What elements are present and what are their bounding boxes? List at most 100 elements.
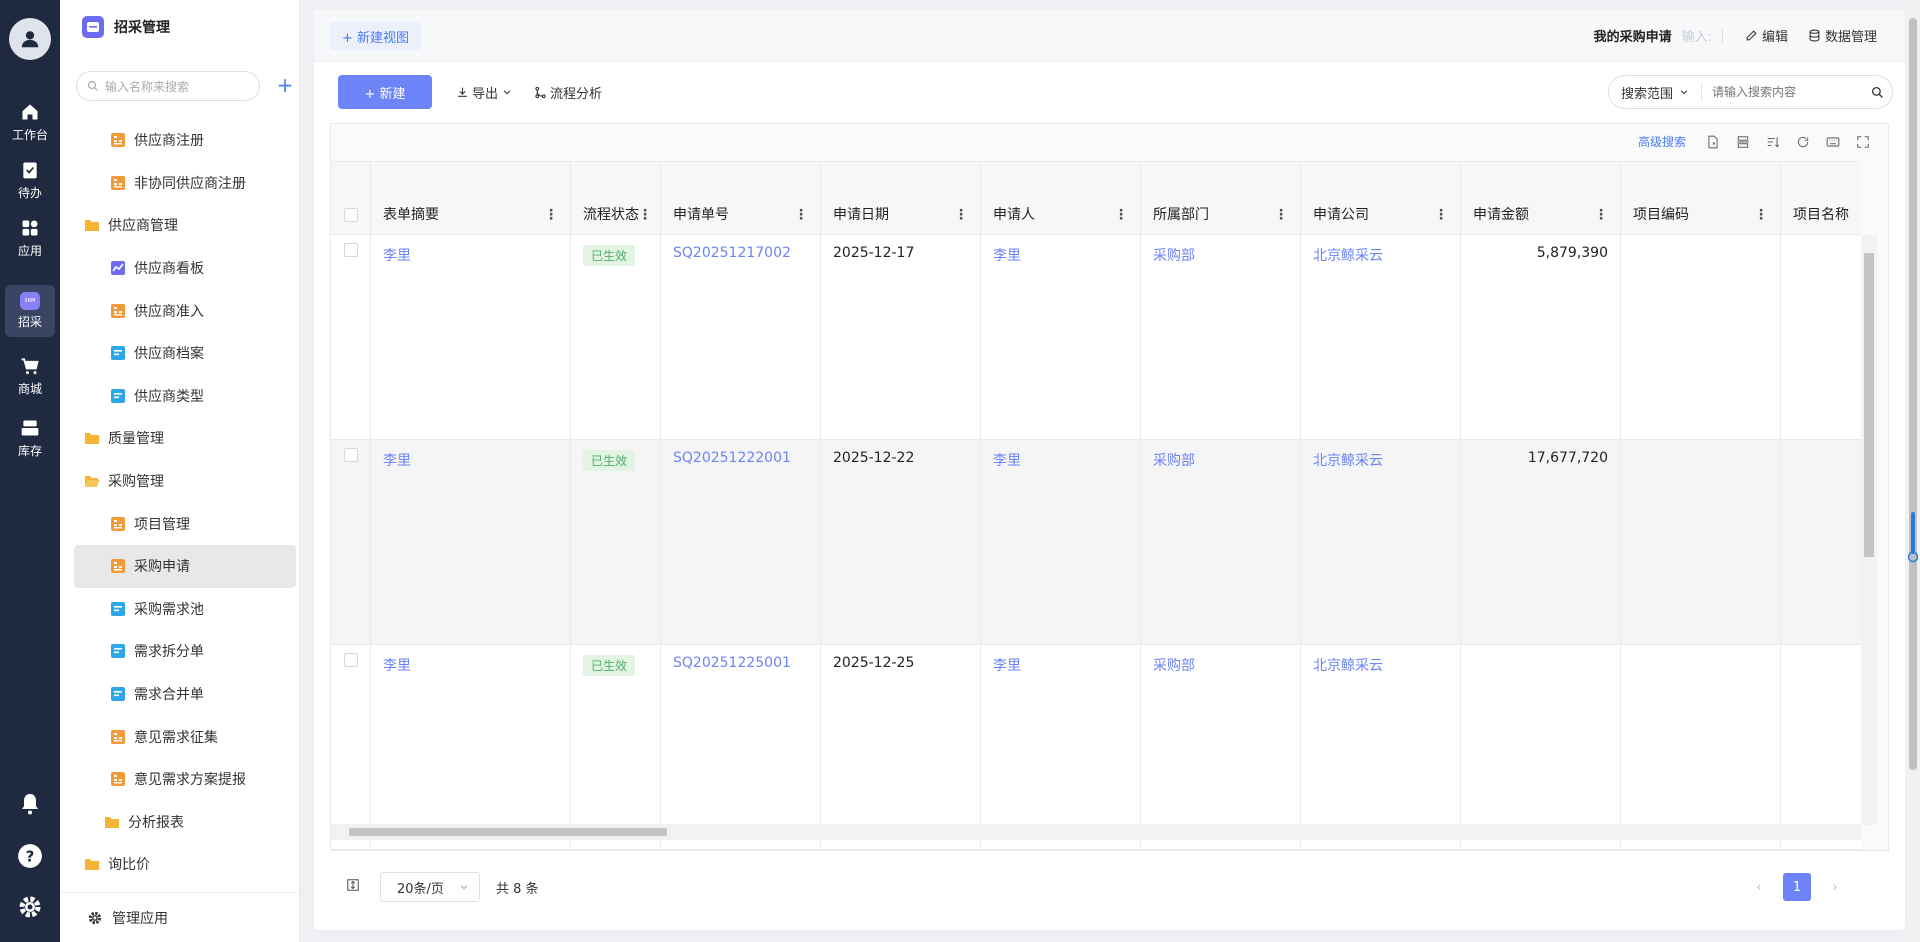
prev-page-button[interactable]: ‹ [1745,880,1773,895]
keyboard-icon[interactable] [1818,135,1848,149]
column-header[interactable]: 项目名称 [1781,162,1861,234]
scroll-thumb[interactable] [1909,18,1917,770]
table-row[interactable]: 李里 已生效 SQ20251222001 2025-12-22 李里 采购部 北… [331,440,1861,645]
add-item-button[interactable]: + [273,74,297,98]
flow-analysis-button[interactable]: 流程分析 [534,75,602,109]
sidebar-item-opinion-collection[interactable]: 意见需求征集 [74,715,296,758]
column-header[interactable]: 所属部门 ⋮ [1141,162,1301,234]
cell-applicant[interactable]: 李里 [981,235,1141,439]
column-header[interactable]: 申请单号 ⋮ [661,162,821,234]
sidebar-item-supplier-dashboard[interactable]: 供应商看板 [74,247,296,290]
sort-icon[interactable] [1758,135,1788,149]
sidebar-item-supplier-registration[interactable]: 供应商注册 [74,119,296,162]
rail-item-procurement[interactable]: SRM 招采 [5,285,55,337]
cell-request-no[interactable]: SQ20251217002 [661,235,821,439]
manage-app-button[interactable]: 管理应用 [60,892,300,942]
column-menu-icon[interactable]: ⋮ [1434,207,1448,223]
advanced-search-link[interactable]: 高级搜索 [1638,133,1686,150]
rail-item-workbench[interactable]: 工作台 [5,96,55,148]
column-header[interactable]: 申请人 ⋮ [981,162,1141,234]
row-checkbox[interactable] [344,653,358,667]
sidebar-item-project-management[interactable]: 项目管理 [74,502,296,545]
column-header[interactable]: 表单摘要 ⋮ [371,162,571,234]
fullscreen-icon[interactable] [1848,135,1878,149]
row-checkbox[interactable] [344,448,358,462]
rail-item-inventory[interactable]: 库存 [5,412,55,464]
export-button[interactable]: 导出 [456,75,512,109]
column-header[interactable]: 申请金额 ⋮ [1461,162,1621,234]
search-input[interactable] [1702,85,1862,99]
new-view-button[interactable]: + 新建视图 [330,22,422,50]
column-header[interactable]: 申请日期 ⋮ [821,162,981,234]
sidebar-item-demand-pool[interactable]: 采购需求池 [74,588,296,631]
column-header[interactable]: 项目编码 ⋮ [1621,162,1781,234]
sidebar-search-input[interactable]: 输入名称来搜索 [76,71,260,101]
sidebar-item-supplier-management[interactable]: 供应商管理 [74,204,296,247]
new-button[interactable]: + 新建 [338,75,432,109]
data-manage-button[interactable]: 数据管理 [1808,26,1877,45]
scroll-thumb[interactable] [1864,253,1874,557]
column-header[interactable]: 申请公司 ⋮ [1301,162,1461,234]
cell-summary[interactable]: 李里 [371,645,571,849]
sidebar-item-supplier-type[interactable]: 供应商类型 [74,375,296,418]
sidebar-item-price-inquiry[interactable]: 询比价 [74,843,296,886]
window-scrollbar[interactable] [1906,0,1920,942]
column-menu-icon[interactable]: ⋮ [954,207,968,223]
column-menu-icon[interactable]: ⋮ [794,207,808,223]
table-row[interactable]: 李里 已生效 SQ20251217002 2025-12-17 李里 采购部 北… [331,235,1861,440]
column-menu-icon[interactable]: ⋮ [1754,207,1768,223]
rail-item-apps[interactable]: 应用 [5,212,55,264]
scroll-thumb[interactable] [349,828,667,836]
column-menu-icon[interactable]: ⋮ [1594,207,1608,223]
rail-item-todo[interactable]: 待办 [5,154,55,206]
next-page-button[interactable]: › [1821,880,1849,895]
edit-button[interactable]: 编辑 [1745,26,1788,45]
row-height-icon[interactable] [346,878,360,896]
thermometer-slider-icon[interactable] [1908,512,1918,564]
column-menu-icon[interactable]: ⋮ [544,207,558,223]
sidebar-item-supplier-admission[interactable]: 供应商准入 [74,289,296,332]
cell-summary[interactable]: 李里 [371,440,571,644]
sidebar-item-opinion-proposal[interactable]: 意见需求方案提报 [74,758,296,801]
cell-department[interactable]: 采购部 [1141,235,1301,439]
group-icon[interactable] [1728,135,1758,149]
rail-item-mall[interactable]: 商城 [5,350,55,402]
table-vertical-scrollbar[interactable] [1861,235,1877,825]
refresh-icon[interactable] [1788,135,1818,149]
row-checkbox[interactable] [344,243,358,257]
cell-summary[interactable]: 李里 [371,235,571,439]
cell-request-no[interactable]: SQ20251225001 [661,645,821,849]
cell-applicant[interactable]: 李里 [981,645,1141,849]
sidebar-item-purchase-request[interactable]: 采购申请 [74,544,296,588]
column-menu-icon[interactable]: ⋮ [1274,207,1288,223]
table-horizontal-scrollbar[interactable] [331,824,1861,840]
table-row[interactable]: 李里 已生效 SQ20251225001 2025-12-25 李里 采购部 北… [331,645,1861,850]
cell-department[interactable]: 采购部 [1141,645,1301,849]
select-all-checkbox[interactable] [343,208,358,222]
export-file-icon[interactable] [1698,135,1728,149]
cell-department[interactable]: 采购部 [1141,440,1301,644]
cell-request-no[interactable]: SQ20251222001 [661,440,821,644]
gear-icon[interactable] [15,892,45,922]
cell-company[interactable]: 北京鲸采云 [1301,645,1461,849]
sidebar-item-demand-merge[interactable]: 需求合并单 [74,673,296,716]
search-icon[interactable] [1862,86,1892,99]
cell-company[interactable]: 北京鲸采云 [1301,440,1461,644]
bell-icon[interactable] [15,789,45,819]
column-menu-icon[interactable]: ⋮ [1114,207,1128,223]
sidebar-item-demand-split[interactable]: 需求拆分单 [74,630,296,673]
current-page-button[interactable]: 1 [1783,873,1811,901]
cell-applicant[interactable]: 李里 [981,440,1141,644]
sidebar-item-purchase-management[interactable]: 采购管理 [74,460,296,503]
column-header[interactable]: 流程状态 ⋮ [571,162,661,234]
help-icon[interactable]: ? [15,841,45,871]
column-menu-icon[interactable]: ⋮ [638,207,652,223]
sidebar-item-quality-management[interactable]: 质量管理 [74,417,296,460]
page-size-select[interactable]: 20条/页 [380,872,480,902]
search-scope-select[interactable]: 搜索范围 [1609,83,1702,102]
user-avatar[interactable] [9,18,51,60]
sidebar-item-noncollab-supplier-registration[interactable]: 非协同供应商注册 [74,162,296,205]
cell-company[interactable]: 北京鲸采云 [1301,235,1461,439]
sidebar-item-supplier-archive[interactable]: 供应商档案 [74,332,296,375]
sidebar-item-analysis-reports[interactable]: 分析报表 [74,801,296,844]
